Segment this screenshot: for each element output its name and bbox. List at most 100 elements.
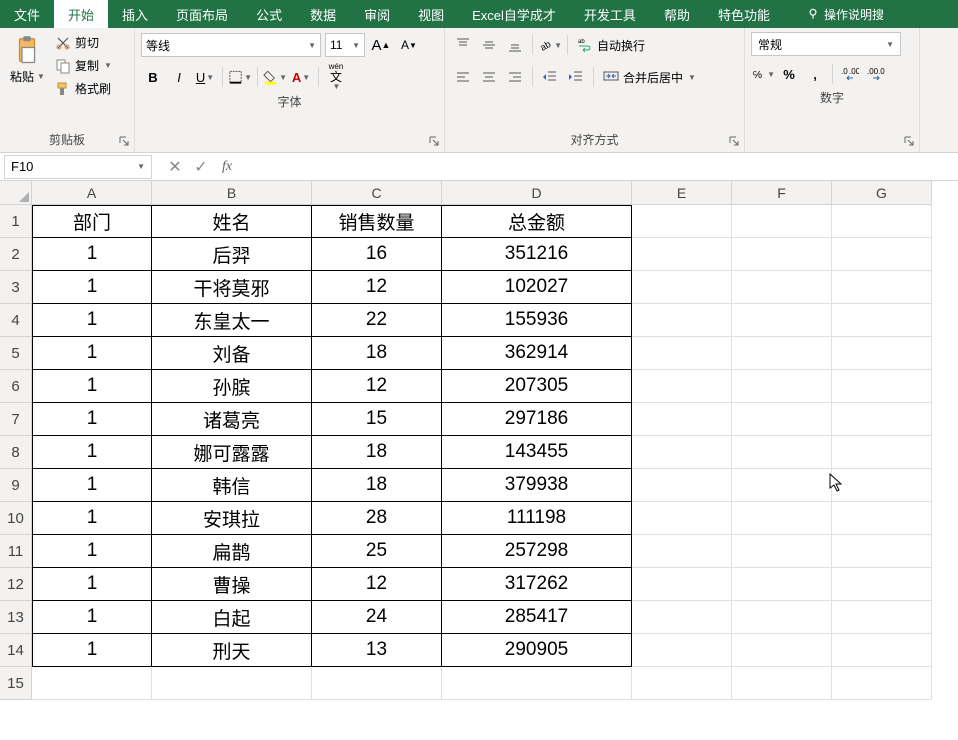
cell-B5[interactable]: 刘备 — [152, 337, 312, 370]
number-dialog-launcher[interactable] — [902, 134, 916, 148]
tab-11[interactable]: 特色功能 — [704, 0, 784, 28]
cell-E10[interactable] — [632, 502, 732, 535]
cell-F13[interactable] — [732, 601, 832, 634]
cell-D15[interactable] — [442, 667, 632, 700]
formula-enter-button[interactable]: ✓ — [188, 155, 214, 179]
font-name-select[interactable]: 等线▼ — [141, 33, 321, 57]
name-box[interactable]: F10▼ — [4, 155, 152, 179]
font-size-select[interactable]: 11▼ — [325, 33, 365, 57]
align-right-button[interactable] — [503, 65, 527, 89]
tab-8[interactable]: Excel自学成才 — [458, 0, 570, 28]
cell-D4[interactable]: 155936 — [442, 304, 632, 337]
cell-E14[interactable] — [632, 634, 732, 667]
cut-button[interactable]: 剪切 — [51, 32, 116, 53]
cell-C10[interactable]: 28 — [312, 502, 442, 535]
orientation-button[interactable]: ab▼ — [538, 33, 562, 57]
cell-E15[interactable] — [632, 667, 732, 700]
cell-A2[interactable]: 1 — [32, 238, 152, 271]
cell-G1[interactable] — [832, 205, 932, 238]
cell-F11[interactable] — [732, 535, 832, 568]
row-header-4[interactable]: 4 — [0, 304, 32, 337]
cell-E12[interactable] — [632, 568, 732, 601]
number-format-select[interactable]: 常规▼ — [751, 32, 901, 56]
cell-G10[interactable] — [832, 502, 932, 535]
font-dialog-launcher[interactable] — [427, 134, 441, 148]
cell-A1[interactable]: 部门 — [32, 205, 152, 238]
tab-2[interactable]: 插入 — [108, 0, 162, 28]
wrap-text-button[interactable]: ab 自动换行 — [573, 33, 649, 57]
cell-A6[interactable]: 1 — [32, 370, 152, 403]
cell-C1[interactable]: 销售数量 — [312, 205, 442, 238]
font-color-button[interactable]: A▼ — [289, 65, 313, 89]
cell-G15[interactable] — [832, 667, 932, 700]
cell-A8[interactable]: 1 — [32, 436, 152, 469]
cell-D1[interactable]: 总金额 — [442, 205, 632, 238]
cell-A13[interactable]: 1 — [32, 601, 152, 634]
cell-A5[interactable]: 1 — [32, 337, 152, 370]
row-header-10[interactable]: 10 — [0, 502, 32, 535]
cell-B9[interactable]: 韩信 — [152, 469, 312, 502]
copy-button[interactable]: 复制▼ — [51, 55, 116, 76]
cell-D3[interactable]: 102027 — [442, 271, 632, 304]
tab-7[interactable]: 视图 — [404, 0, 458, 28]
cell-B6[interactable]: 孙膑 — [152, 370, 312, 403]
row-header-8[interactable]: 8 — [0, 436, 32, 469]
cell-C5[interactable]: 18 — [312, 337, 442, 370]
cell-E4[interactable] — [632, 304, 732, 337]
cell-D10[interactable]: 111198 — [442, 502, 632, 535]
cell-C15[interactable] — [312, 667, 442, 700]
align-middle-button[interactable] — [477, 33, 501, 57]
increase-font-button[interactable]: A▲ — [369, 33, 393, 57]
cell-D5[interactable]: 362914 — [442, 337, 632, 370]
border-button[interactable]: ▼ — [228, 65, 252, 89]
align-bottom-button[interactable] — [503, 33, 527, 57]
comma-button[interactable]: , — [803, 62, 827, 86]
row-header-6[interactable]: 6 — [0, 370, 32, 403]
alignment-dialog-launcher[interactable] — [727, 134, 741, 148]
cell-C6[interactable]: 12 — [312, 370, 442, 403]
cell-G6[interactable] — [832, 370, 932, 403]
cell-C12[interactable]: 12 — [312, 568, 442, 601]
cell-F7[interactable] — [732, 403, 832, 436]
cell-A11[interactable]: 1 — [32, 535, 152, 568]
row-header-1[interactable]: 1 — [0, 205, 32, 238]
cell-D6[interactable]: 207305 — [442, 370, 632, 403]
cell-E6[interactable] — [632, 370, 732, 403]
cell-E13[interactable] — [632, 601, 732, 634]
cell-D9[interactable]: 379938 — [442, 469, 632, 502]
cell-G2[interactable] — [832, 238, 932, 271]
cell-E5[interactable] — [632, 337, 732, 370]
col-header-D[interactable]: D — [442, 181, 632, 205]
cell-B15[interactable] — [152, 667, 312, 700]
col-header-B[interactable]: B — [152, 181, 312, 205]
cell-A7[interactable]: 1 — [32, 403, 152, 436]
cell-B14[interactable]: 刑天 — [152, 634, 312, 667]
col-header-F[interactable]: F — [732, 181, 832, 205]
cell-B3[interactable]: 干将莫邪 — [152, 271, 312, 304]
cell-D14[interactable]: 290905 — [442, 634, 632, 667]
decrease-indent-button[interactable] — [538, 65, 562, 89]
cell-G4[interactable] — [832, 304, 932, 337]
cell-B2[interactable]: 后羿 — [152, 238, 312, 271]
percent-button[interactable]: % — [777, 62, 801, 86]
cell-C7[interactable]: 15 — [312, 403, 442, 436]
row-header-5[interactable]: 5 — [0, 337, 32, 370]
select-all-corner[interactable] — [0, 181, 32, 205]
cell-G5[interactable] — [832, 337, 932, 370]
row-header-2[interactable]: 2 — [0, 238, 32, 271]
cell-G8[interactable] — [832, 436, 932, 469]
merge-center-button[interactable]: 合并后居中▼ — [599, 65, 700, 89]
cell-F8[interactable] — [732, 436, 832, 469]
cell-B7[interactable]: 诸葛亮 — [152, 403, 312, 436]
cell-F3[interactable] — [732, 271, 832, 304]
tab-10[interactable]: 帮助 — [650, 0, 704, 28]
col-header-C[interactable]: C — [312, 181, 442, 205]
cell-C11[interactable]: 25 — [312, 535, 442, 568]
cell-C2[interactable]: 16 — [312, 238, 442, 271]
underline-button[interactable]: U▼ — [193, 65, 217, 89]
cell-C14[interactable]: 13 — [312, 634, 442, 667]
align-top-button[interactable] — [451, 33, 475, 57]
cell-A12[interactable]: 1 — [32, 568, 152, 601]
cell-E3[interactable] — [632, 271, 732, 304]
col-header-E[interactable]: E — [632, 181, 732, 205]
